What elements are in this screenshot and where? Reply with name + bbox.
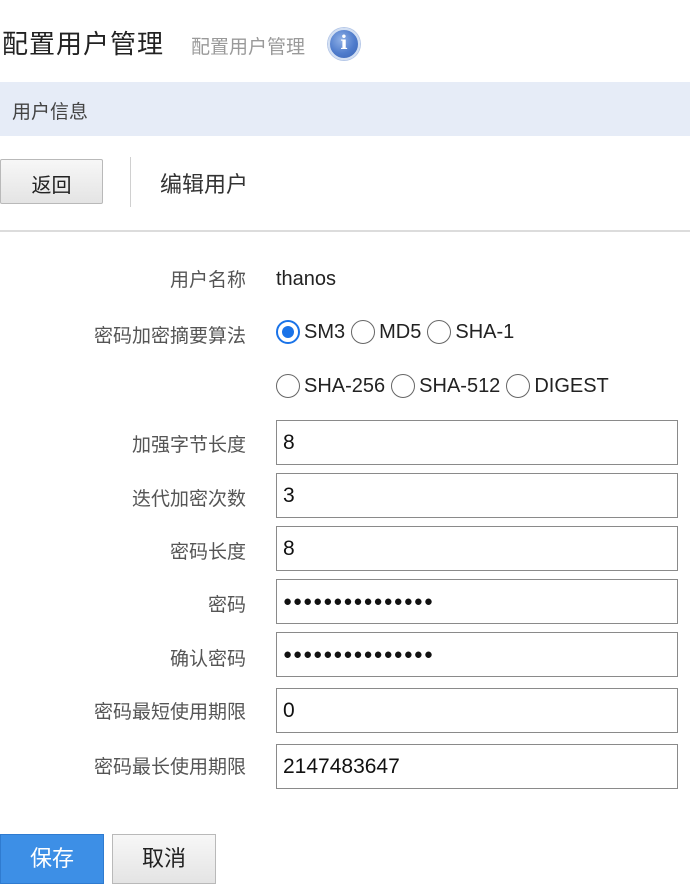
radio-label-sha256: SHA-256 (304, 374, 386, 397)
password-length-field[interactable]: 8 (276, 526, 678, 571)
min-age-label: 密码最短使用期限 (93, 701, 246, 723)
password-length-label: 密码长度 (169, 541, 246, 563)
radio-label-md5: MD5 (379, 320, 422, 343)
salt-length-field[interactable]: 8 (276, 420, 678, 465)
algorithm-radio-row-1: SM3 MD5 SHA-1 (276, 320, 520, 344)
username-label: 用户名称 (169, 269, 246, 291)
page-subtitle: 配置用户管理 (191, 36, 306, 58)
iterations-field[interactable]: 3 (276, 473, 678, 518)
radio-digest[interactable] (506, 374, 531, 398)
algorithm-radio-row-2: SHA-256 SHA-512 DIGEST (276, 374, 615, 398)
page-header: 配置用户管理 配置用户管理 i (0, 0, 690, 82)
radio-sha512[interactable] (391, 374, 416, 398)
section-divider (0, 230, 690, 232)
radio-option-sha512[interactable]: SHA-512 (391, 374, 500, 398)
radio-sha256[interactable] (276, 374, 300, 398)
cancel-button[interactable]: 取消 (112, 834, 216, 884)
edit-user-title: 编辑用户 (160, 173, 249, 198)
radio-sha1[interactable] (427, 320, 452, 344)
confirm-password-label: 确认密码 (169, 648, 246, 670)
radio-label-digest: DIGEST (534, 374, 609, 397)
radio-option-md5[interactable]: MD5 (351, 320, 421, 344)
info-icon[interactable]: i (328, 28, 360, 60)
password-label: 密码 (207, 594, 246, 616)
min-age-field[interactable]: 0 (276, 688, 678, 733)
page-title: 配置用户管理 (2, 30, 165, 60)
back-button[interactable]: 返回 (0, 159, 103, 204)
radio-label-sha1: SHA-1 (455, 320, 515, 343)
radio-option-sha256[interactable]: SHA-256 (276, 374, 385, 398)
save-button[interactable]: 保存 (0, 834, 104, 884)
max-age-field[interactable]: 2147483647 (276, 744, 678, 789)
toolbar-divider (130, 157, 131, 207)
radio-label-sha512: SHA-512 (419, 374, 501, 397)
max-age-label: 密码最长使用期限 (93, 756, 246, 778)
radio-sm3[interactable] (276, 320, 300, 344)
radio-md5[interactable] (351, 320, 376, 344)
radio-label-sm3: SM3 (304, 320, 346, 343)
confirm-password-field[interactable]: ●●●●●●●●●●●●●●● (276, 632, 678, 677)
section-title: 用户信息 (12, 101, 89, 123)
radio-option-sha1[interactable]: SHA-1 (427, 320, 514, 344)
radio-option-sm3[interactable]: SM3 (276, 320, 345, 344)
salt-length-label: 加强字节长度 (131, 434, 246, 456)
iterations-label: 迭代加密次数 (131, 488, 246, 510)
username-value: thanos (276, 268, 337, 290)
password-field[interactable]: ●●●●●●●●●●●●●●● (276, 579, 678, 624)
radio-option-digest[interactable]: DIGEST (506, 374, 609, 398)
algorithm-label: 密码加密摘要算法 (93, 325, 246, 347)
section-bar: 用户信息 (0, 82, 690, 136)
